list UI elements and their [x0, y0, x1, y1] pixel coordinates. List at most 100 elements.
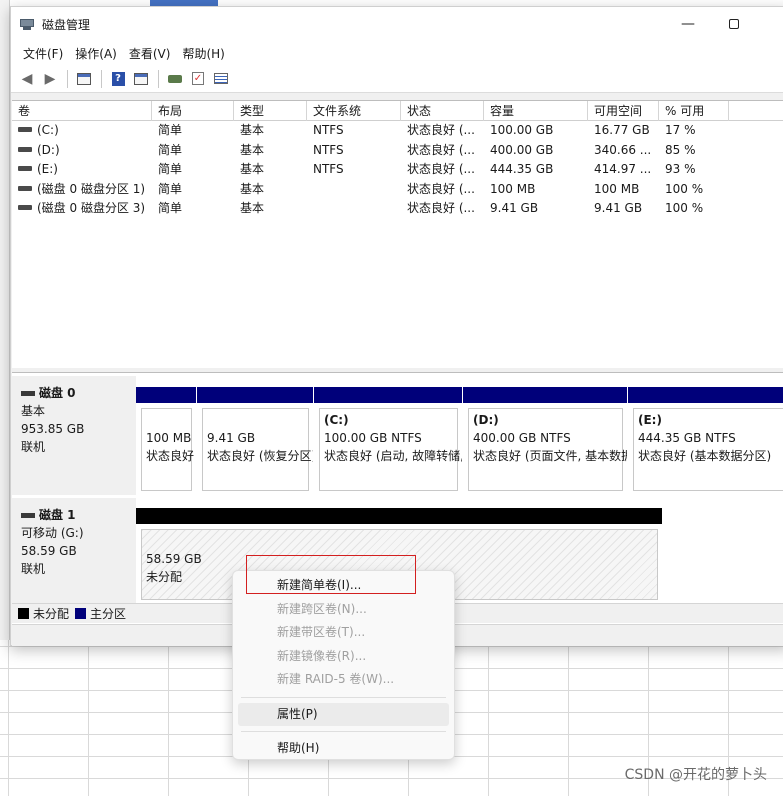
disk-icon	[21, 512, 35, 518]
toolbar-separator	[158, 69, 159, 88]
cell-filesystem: NTFS	[313, 142, 344, 157]
legend-unallocated-swatch	[18, 608, 29, 619]
menu-help-item[interactable]: 帮助(H)	[238, 737, 449, 761]
disk-1-label[interactable]: 磁盘 1 可移动 (G:) 58.59 GB 联机	[12, 498, 136, 604]
cell-capacity: 400.00 GB	[490, 142, 554, 157]
cell-volume: (D:)	[12, 141, 152, 161]
disk-0-label[interactable]: 磁盘 0 基本 953.85 GB 联机	[12, 376, 136, 495]
cell-type: 基本	[240, 181, 265, 196]
cell-capacity: 444.35 GB	[490, 162, 554, 176]
column-header-percent-free[interactable]: % 可用	[659, 101, 729, 121]
cell-free-space: 340.66 ...	[594, 142, 652, 157]
table-row[interactable]: (磁盘 0 磁盘分区 1) 简单 基本 状态良好 (... 100 MB 100 MB 10…	[12, 180, 783, 200]
maximize-icon	[729, 19, 739, 29]
list-view-button[interactable]	[130, 69, 152, 89]
background-left-panel	[0, 0, 10, 650]
column-header-filesystem[interactable]: 文件系统	[307, 101, 401, 121]
cell-volume: (磁盘 0 磁盘分区 3)	[12, 199, 152, 219]
toolbar: ◀ ▶ ? ✓	[11, 65, 783, 93]
column-header-type[interactable]: 类型	[234, 101, 307, 121]
cell-status: 状态良好 (...	[407, 201, 475, 215]
connect-icon	[168, 74, 182, 83]
cell-layout: 简单	[158, 181, 183, 196]
disk-1-state: 联机	[21, 562, 46, 576]
menu-file[interactable]: 文件(F)	[17, 45, 69, 62]
window-title: 磁盘管理	[42, 17, 91, 32]
cell-percent-free: 17 %	[665, 123, 696, 137]
table-row[interactable]: (E:) 简单 基本 NTFS 状态良好 (... 444.35 GB 414.97 ...…	[12, 160, 783, 180]
menu-separator	[241, 731, 446, 732]
cell-free-space: 9.41 GB	[594, 201, 643, 215]
unallocated-header-bar	[136, 508, 662, 524]
toolbar-separator	[101, 69, 102, 88]
maximize-button[interactable]	[711, 7, 757, 41]
highlight-annotation-box	[246, 555, 416, 594]
cell-type: 基本	[240, 201, 265, 215]
menu-new-mirrored-volume[interactable]: 新建镜像卷(R)...	[238, 645, 449, 669]
column-header-extra[interactable]	[729, 101, 783, 121]
cell-layout: 简单	[158, 162, 183, 176]
minimize-button[interactable]: —	[665, 7, 711, 41]
cell-percent-free: 100 %	[665, 181, 704, 196]
legend-primary-swatch	[75, 608, 87, 619]
cell-free-space: 414.97 ...	[594, 162, 652, 176]
partition-body: (E:) 444.35 GB NTFS 状态良好 (基本数据分区)	[633, 408, 783, 491]
list-view-icon	[134, 72, 148, 85]
back-button[interactable]: ◀	[16, 69, 38, 89]
partition-header-bar	[136, 387, 196, 403]
table-row[interactable]: (磁盘 0 磁盘分区 3) 简单 基本 状态良好 (... 9.41 GB 9.41 GB…	[12, 199, 783, 219]
disk-1-name: 磁盘 1	[21, 506, 136, 524]
console-button[interactable]	[73, 69, 95, 89]
disk-0-partition-1[interactable]: 100 MB 状态良好	[136, 387, 196, 495]
cell-layout: 简单	[158, 201, 183, 215]
menu-help[interactable]: 帮助(H)	[176, 45, 230, 62]
cell-percent-free: 85 %	[665, 142, 696, 157]
column-header-status[interactable]: 状态	[401, 101, 484, 121]
menu-new-spanned-volume[interactable]: 新建跨区卷(N)...	[238, 598, 449, 622]
partition-body: (D:) 400.00 GB NTFS 状态良好 (页面文件, 基本数据分区)	[468, 408, 627, 491]
disk-0-partition-e[interactable]: (E:) 444.35 GB NTFS 状态良好 (基本数据分区)	[628, 387, 783, 495]
disk-0-size: 953.85 GB	[21, 422, 85, 436]
disk-0-partition-d[interactable]: (D:) 400.00 GB NTFS 状态良好 (页面文件, 基本数据分区)	[463, 387, 627, 495]
column-header-free-space[interactable]: 可用空间	[588, 101, 659, 121]
properties-icon	[214, 73, 228, 84]
volume-list: 卷 布局 类型 文件系统 状态 容量 可用空间 % 可用 (C:) 简单 基本 NTF…	[12, 100, 783, 368]
cell-filesystem: NTFS	[313, 123, 344, 137]
menu-view[interactable]: 查看(V)	[123, 45, 177, 62]
menu-bar: 文件(F) 操作(A) 查看(V) 帮助(H)	[11, 41, 783, 65]
menu-action[interactable]: 操作(A)	[69, 45, 123, 62]
menu-new-striped-volume[interactable]: 新建带区卷(T)...	[238, 621, 449, 645]
menu-new-raid5-volume[interactable]: 新建 RAID-5 卷(W)...	[238, 668, 449, 692]
forward-button[interactable]: ▶	[39, 69, 61, 89]
column-header-layout[interactable]: 布局	[152, 101, 234, 121]
properties-button[interactable]	[210, 69, 232, 89]
check-button[interactable]: ✓	[187, 69, 209, 89]
cell-status: 状态良好 (...	[407, 181, 475, 196]
cell-layout: 简单	[158, 123, 183, 137]
column-header-capacity[interactable]: 容量	[484, 101, 588, 121]
menu-properties[interactable]: 属性(P)	[238, 702, 449, 726]
cell-percent-free: 100 %	[665, 201, 704, 215]
cell-filesystem	[307, 199, 401, 219]
cell-status: 状态良好 (...	[407, 142, 475, 157]
help-button[interactable]: ?	[107, 69, 129, 89]
cell-free-space: 16.77 GB	[594, 123, 650, 137]
volume-icon	[18, 146, 32, 152]
cell-capacity: 100 MB	[490, 181, 536, 196]
connect-button[interactable]	[164, 69, 186, 89]
cell-percent-free: 93 %	[665, 162, 696, 176]
cell-status: 状态良好 (...	[407, 123, 475, 137]
disk-management-window: 磁盘管理 — 文件(F) 操作(A) 查看(V) 帮助(H) ◀ ▶ ? ✓ 卷…	[10, 6, 783, 646]
volume-list-header: 卷 布局 类型 文件系统 状态 容量 可用空间 % 可用	[12, 101, 783, 121]
column-header-volume[interactable]: 卷	[12, 101, 152, 121]
cell-layout: 简单	[158, 142, 183, 157]
console-icon	[77, 72, 91, 85]
cell-capacity: 100.00 GB	[490, 123, 554, 137]
cell-volume: (磁盘 0 磁盘分区 1)	[12, 180, 152, 200]
disk-0-partition-recovery[interactable]: 9.41 GB 状态良好 (恢复分区)	[197, 387, 313, 495]
forward-arrow-icon: ▶	[44, 70, 56, 87]
disk-0-state: 联机	[21, 440, 46, 454]
table-row[interactable]: (D:) 简单 基本 NTFS 状态良好 (... 400.00 GB 340.66 ...…	[12, 141, 783, 161]
table-row[interactable]: (C:) 简单 基本 NTFS 状态良好 (... 100.00 GB 16.77 GB 17…	[12, 121, 783, 141]
disk-0-partition-c[interactable]: (C:) 100.00 GB NTFS 状态良好 (启动, 故障转储, 基本数据…	[314, 387, 462, 495]
